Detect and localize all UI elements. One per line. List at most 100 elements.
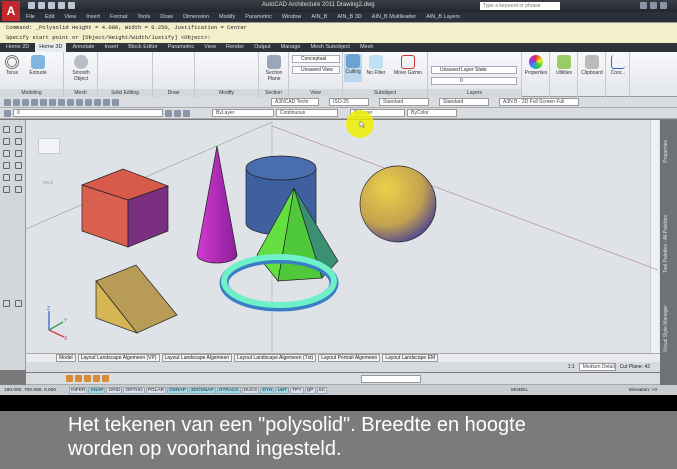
visual-style-dropdown[interactable]: Conceptual xyxy=(292,55,340,63)
save-icon[interactable] xyxy=(48,2,55,9)
drawing-viewport[interactable]: WCS xyxy=(26,120,660,353)
snap-icon[interactable] xyxy=(102,375,109,382)
design-center-icon[interactable] xyxy=(103,98,110,106)
menu-parametric[interactable]: Parametric xyxy=(245,14,272,20)
menu-draw[interactable]: Draw xyxy=(160,14,173,20)
menu-insert[interactable]: Insert xyxy=(86,14,100,20)
panel-label[interactable]: Modeling xyxy=(0,89,63,97)
section-plane-button[interactable]: Section Plane xyxy=(261,55,287,82)
mleader-style-select[interactable]: Standard xyxy=(439,98,489,106)
tab-layout[interactable]: Layout Landscape Algemeen xyxy=(161,354,233,362)
toggle-infer[interactable]: INFER xyxy=(69,386,88,394)
line-icon[interactable] xyxy=(3,126,10,133)
table-style-select[interactable]: Standard xyxy=(379,98,429,106)
toggle-3dosnap[interactable]: 3DOSNAP xyxy=(188,386,216,394)
elevation[interactable]: Elevation: +0 xyxy=(629,388,657,393)
menu-format[interactable]: Format xyxy=(110,14,127,20)
dim-style-select[interactable]: ISO-25 xyxy=(329,98,369,106)
menu-ain-b-3d[interactable]: AIN_B 3D xyxy=(337,14,361,20)
color-select[interactable]: ByLayer xyxy=(212,109,274,117)
plotstyle-select[interactable]: ByColor xyxy=(407,109,457,117)
command-prompt[interactable]: Specify start point or [Object/Height/Wi… xyxy=(0,33,677,43)
move-gizmo-button[interactable]: Move Gizmo xyxy=(391,55,425,76)
view-dropdown[interactable]: Unsaved View xyxy=(292,66,340,74)
menu-tools[interactable]: Tools xyxy=(137,14,150,20)
undo-icon[interactable] xyxy=(58,2,65,9)
tab-parametric[interactable]: Parametric xyxy=(164,43,199,52)
cut-plane[interactable]: Cut Plane: 42 xyxy=(620,364,650,370)
copy-icon[interactable] xyxy=(15,138,22,145)
tab-layout[interactable]: Layout Landscape EM xyxy=(382,354,439,362)
torus-button[interactable]: Torus xyxy=(3,55,21,76)
zoom-window-icon[interactable] xyxy=(85,98,92,106)
toggle-dyn[interactable]: DYN xyxy=(260,386,275,394)
move-icon[interactable] xyxy=(15,174,22,181)
culling-button[interactable]: Culling xyxy=(344,54,362,82)
panel-label[interactable]: View xyxy=(289,89,342,97)
no-filter-button[interactable]: No Filter xyxy=(365,55,387,76)
toggle-ortho[interactable]: ORTHO xyxy=(123,386,145,394)
text-style-select[interactable]: A3NCAD Techr xyxy=(271,98,319,106)
tab-model[interactable]: Model xyxy=(56,354,76,362)
workspace-select[interactable]: A3N B - 2D Full Screen Full xyxy=(499,98,579,106)
pan-icon[interactable] xyxy=(67,98,74,106)
menu-ain-b-layers[interactable]: AIN_B Layers xyxy=(426,14,460,20)
menu-view[interactable]: View xyxy=(64,14,76,20)
toggle-snap[interactable]: SNAP xyxy=(88,386,106,394)
layer-tool-icon[interactable] xyxy=(165,109,172,117)
paste-icon[interactable] xyxy=(49,98,56,106)
redo-icon[interactable] xyxy=(68,2,75,9)
maximize-icon[interactable] xyxy=(650,2,657,9)
smooth-object-button[interactable]: Smooth Object xyxy=(67,55,95,82)
close-icon[interactable] xyxy=(660,2,667,9)
annotation-scale[interactable]: 1:1 xyxy=(568,364,575,370)
snap-icon[interactable] xyxy=(75,375,82,382)
menu-window[interactable]: Window xyxy=(282,14,302,20)
arc-icon[interactable] xyxy=(3,174,10,181)
display-detail-select[interactable]: Medium Detail xyxy=(578,363,616,371)
properties-button[interactable]: Properties xyxy=(523,55,549,76)
open-icon[interactable] xyxy=(38,2,45,9)
snap-icon[interactable] xyxy=(66,375,73,382)
coordinates-button[interactable]: Coor... xyxy=(607,55,629,76)
layer-manager-icon[interactable] xyxy=(4,109,11,117)
model-button[interactable]: MODEL xyxy=(511,388,528,393)
command-line[interactable]: Command: _Polysolid Height = 4.000, Widt… xyxy=(0,22,677,43)
viewcube[interactable] xyxy=(38,138,60,154)
utilities-button[interactable]: Utilities xyxy=(551,55,577,76)
tab-view[interactable]: View xyxy=(200,43,220,52)
match-icon[interactable] xyxy=(58,98,65,106)
toggle-polar[interactable]: POLAR xyxy=(145,386,166,394)
app-logo[interactable]: A xyxy=(2,1,20,21)
menu-ain-b[interactable]: AIN_B xyxy=(311,14,327,20)
toggle-osnap[interactable]: OSNAP xyxy=(166,386,188,394)
preview-icon[interactable] xyxy=(22,98,29,106)
hatch-icon[interactable] xyxy=(3,186,10,193)
tab-block-editor[interactable]: Block Editor xyxy=(124,43,161,52)
panel-label[interactable]: Solid Editing xyxy=(98,89,152,97)
menu-edit[interactable]: Edit xyxy=(45,14,54,20)
tool-palettes-tab[interactable]: Tool Palettes - All Palettes xyxy=(663,215,669,273)
circle-icon[interactable] xyxy=(3,150,10,157)
tab-home-2d[interactable]: Home 2D xyxy=(2,43,33,52)
panel-label[interactable]: Modify xyxy=(195,89,258,97)
panel-label[interactable]: Subobject xyxy=(343,89,427,97)
layer-select[interactable]: 0 xyxy=(13,109,163,117)
trim-icon[interactable] xyxy=(15,300,22,307)
tab-output[interactable]: Output xyxy=(250,43,275,52)
copy-icon[interactable] xyxy=(40,98,47,106)
menu-ain-b-multileader[interactable]: AIN_B Multileader xyxy=(372,14,416,20)
properties-icon[interactable] xyxy=(94,98,101,106)
tab-annotate[interactable]: Annotate xyxy=(68,43,98,52)
rotate-icon[interactable] xyxy=(15,186,22,193)
minimize-icon[interactable] xyxy=(640,2,647,9)
search-input[interactable]: Type a keyword or phrase xyxy=(480,2,560,10)
menu-file[interactable]: File xyxy=(26,14,35,20)
layer-dropdown[interactable]: 0 xyxy=(431,77,517,85)
cut-icon[interactable] xyxy=(31,98,38,106)
snap-icon[interactable] xyxy=(93,375,100,382)
tab-manage[interactable]: Manage xyxy=(277,43,305,52)
offset-icon[interactable] xyxy=(15,162,22,169)
toolbar-select[interactable] xyxy=(361,374,421,383)
properties-palette-tab[interactable]: Properties xyxy=(663,140,669,163)
